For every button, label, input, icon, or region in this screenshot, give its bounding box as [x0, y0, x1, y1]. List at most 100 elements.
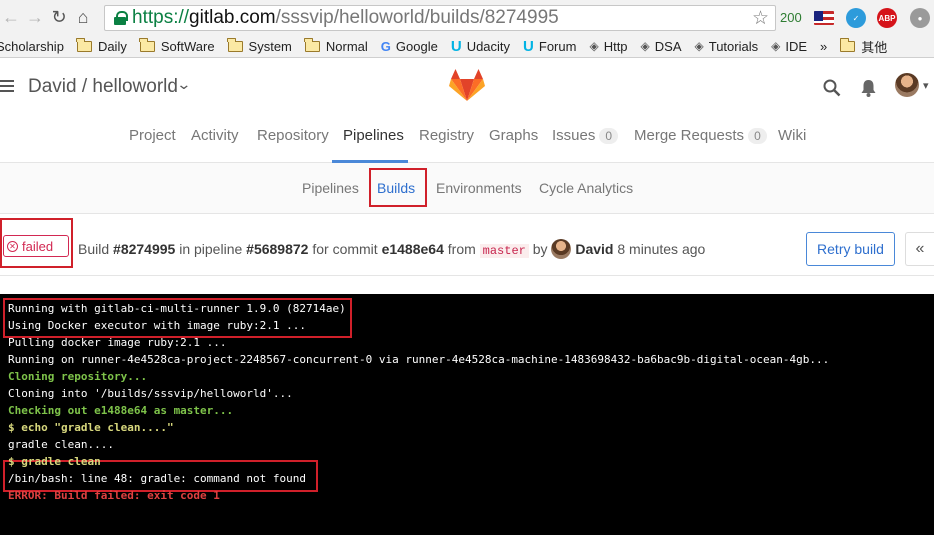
- issues-count-badge: 0: [599, 128, 619, 144]
- bookmark-item[interactable]: ◈ DSA: [641, 39, 682, 54]
- sidebar-toggle-button[interactable]: «: [905, 232, 934, 266]
- bookmark-item[interactable]: G Google: [381, 39, 438, 54]
- build-id[interactable]: #8274995: [113, 241, 175, 257]
- bookmark-label: Tutorials: [708, 38, 759, 54]
- bookmark-item[interactable]: Normal: [304, 37, 368, 54]
- build-header: ✕ failed Build #8274995 in pipeline #568…: [0, 214, 934, 276]
- from-text: from: [443, 241, 480, 257]
- gitlab-logo-icon[interactable]: [449, 68, 485, 102]
- bookmark-label: 其他: [861, 39, 888, 55]
- bookmark-label: DSA: [654, 38, 682, 54]
- pipeline-id[interactable]: #5689872: [246, 241, 308, 257]
- folder-icon: [76, 37, 92, 52]
- bookmark-label: Udacity: [466, 38, 511, 54]
- lock-icon: [113, 11, 128, 25]
- log-line: /bin/bash: line 48: gradle: command not …: [8, 472, 307, 485]
- bookmark-label: Forum: [538, 38, 577, 54]
- diamond-icon: ◈: [640, 39, 650, 53]
- log-line: Checking out e1488e64 as master...: [8, 404, 234, 417]
- by-text: by: [528, 241, 552, 257]
- bookmark-label: Google: [395, 38, 438, 54]
- udacity-icon: U: [450, 37, 462, 55]
- forward-arrow-icon[interactable]: →: [24, 7, 46, 29]
- retry-build-button[interactable]: Retry build: [806, 232, 895, 266]
- menu-icon[interactable]: [0, 80, 14, 92]
- diamond-icon: ◈: [694, 39, 704, 53]
- bookmark-item[interactable]: ◈ Http: [589, 39, 627, 54]
- status-highlight-box: [0, 218, 73, 268]
- bookmark-label: SoftWare: [160, 38, 215, 54]
- diamond-icon: ◈: [589, 39, 599, 53]
- branch-label[interactable]: master: [479, 244, 529, 258]
- gitlab-header: David / helloworld ⌄ ▾: [0, 58, 934, 116]
- in-pipeline-text: in pipeline: [175, 241, 247, 257]
- diamond-icon: ◈: [771, 39, 781, 53]
- bookmarks-overflow-button[interactable]: »: [820, 39, 827, 54]
- extension-counter[interactable]: 200: [780, 10, 802, 25]
- extension-check-icon[interactable]: ✓: [846, 8, 866, 28]
- bookmark-item[interactable]: U Udacity: [451, 38, 510, 55]
- tab-repository[interactable]: Repository: [257, 127, 329, 144]
- bookmark-star-icon[interactable]: ☆: [752, 7, 769, 30]
- tab-issues[interactable]: Issues 0: [552, 127, 619, 144]
- search-icon[interactable]: [823, 79, 841, 97]
- subtab-environments[interactable]: Environments: [436, 180, 522, 196]
- log-line: Cloning into '/builds/sssvip/helloworld'…: [8, 387, 293, 400]
- tab-pipelines[interactable]: Pipelines: [343, 127, 404, 144]
- bookmark-label: IDE: [785, 38, 808, 54]
- author-avatar[interactable]: [551, 239, 572, 259]
- project-title[interactable]: David / helloworld: [28, 76, 178, 98]
- url-host: gitlab.com: [189, 7, 276, 28]
- build-log: Running with gitlab-ci-multi-runner 1.9.…: [0, 294, 934, 535]
- notification-bell-icon[interactable]: [860, 79, 877, 97]
- bookmark-label: Daily: [97, 38, 127, 54]
- address-bar[interactable]: https://gitlab.com/sssvip/helloworld/bui…: [104, 5, 776, 31]
- bookmark-label: System: [248, 38, 292, 54]
- tab-graphs[interactable]: Graphs: [489, 127, 538, 144]
- author-name[interactable]: David: [575, 241, 613, 257]
- commit-sha[interactable]: e1488e64: [382, 241, 444, 257]
- bookmark-item[interactable]: ◈ IDE: [771, 39, 807, 54]
- log-line: $ echo "gradle clean....": [8, 421, 174, 434]
- bookmark-item[interactable]: System: [227, 37, 292, 54]
- bookmark-item[interactable]: U Forum: [523, 38, 576, 55]
- bookmark-item[interactable]: ◈ Tutorials: [695, 39, 759, 54]
- url-scheme: https://: [132, 7, 190, 28]
- adblock-icon[interactable]: ABP: [877, 8, 897, 28]
- extension-globe-icon[interactable]: ●: [910, 8, 930, 28]
- bookmark-item[interactable]: Daily: [76, 37, 127, 54]
- back-arrow-icon[interactable]: ←: [0, 7, 22, 29]
- tab-project[interactable]: Project: [129, 127, 176, 144]
- reload-icon[interactable]: ↻: [48, 7, 70, 29]
- user-avatar[interactable]: [895, 73, 919, 97]
- merge-requests-count-badge: 0: [748, 128, 767, 144]
- folder-icon: [227, 37, 243, 52]
- us-flag-icon[interactable]: [814, 11, 834, 25]
- bookmark-label: Normal: [325, 38, 368, 54]
- tab-issues-label: Issues: [552, 127, 596, 144]
- home-icon[interactable]: ⌂: [72, 7, 94, 29]
- build-time: 8 minutes ago: [613, 241, 706, 257]
- bookmark-item[interactable]: SoftWare: [139, 37, 215, 54]
- other-bookmarks-folder[interactable]: 其他: [839, 37, 888, 56]
- tab-wiki[interactable]: Wiki: [778, 127, 806, 144]
- bookmark-item[interactable]: Scholarship: [0, 39, 64, 54]
- tab-merge-requests-label: Merge Requests: [634, 127, 745, 144]
- log-line: $ gradle clean: [8, 455, 101, 468]
- log-line: Pulling docker image ruby:2.1 ...: [8, 336, 227, 349]
- folder-icon: [304, 37, 320, 52]
- log-line: Running on runner-4e4528ca-project-22485…: [8, 353, 830, 366]
- tab-activity[interactable]: Activity: [191, 127, 239, 144]
- chevron-down-icon[interactable]: ▾: [923, 79, 929, 92]
- subtab-pipelines[interactable]: Pipelines: [302, 180, 359, 196]
- chevron-down-icon[interactable]: ⌄: [176, 76, 191, 93]
- project-nav-tabs: Project Activity Repository Pipelines Re…: [0, 116, 934, 163]
- folder-icon: [839, 37, 856, 52]
- url-path: /sssvip/helloworld/builds/8274995: [275, 7, 559, 28]
- tab-registry[interactable]: Registry: [419, 127, 474, 144]
- tab-merge-requests[interactable]: Merge Requests 0: [634, 127, 767, 144]
- log-line: Running with gitlab-ci-multi-runner 1.9.…: [8, 302, 346, 315]
- pipelines-sub-tabs: Pipelines Builds Environments Cycle Anal…: [0, 163, 934, 214]
- udacity-icon: U: [523, 37, 534, 55]
- subtab-cycle-analytics[interactable]: Cycle Analytics: [539, 180, 633, 196]
